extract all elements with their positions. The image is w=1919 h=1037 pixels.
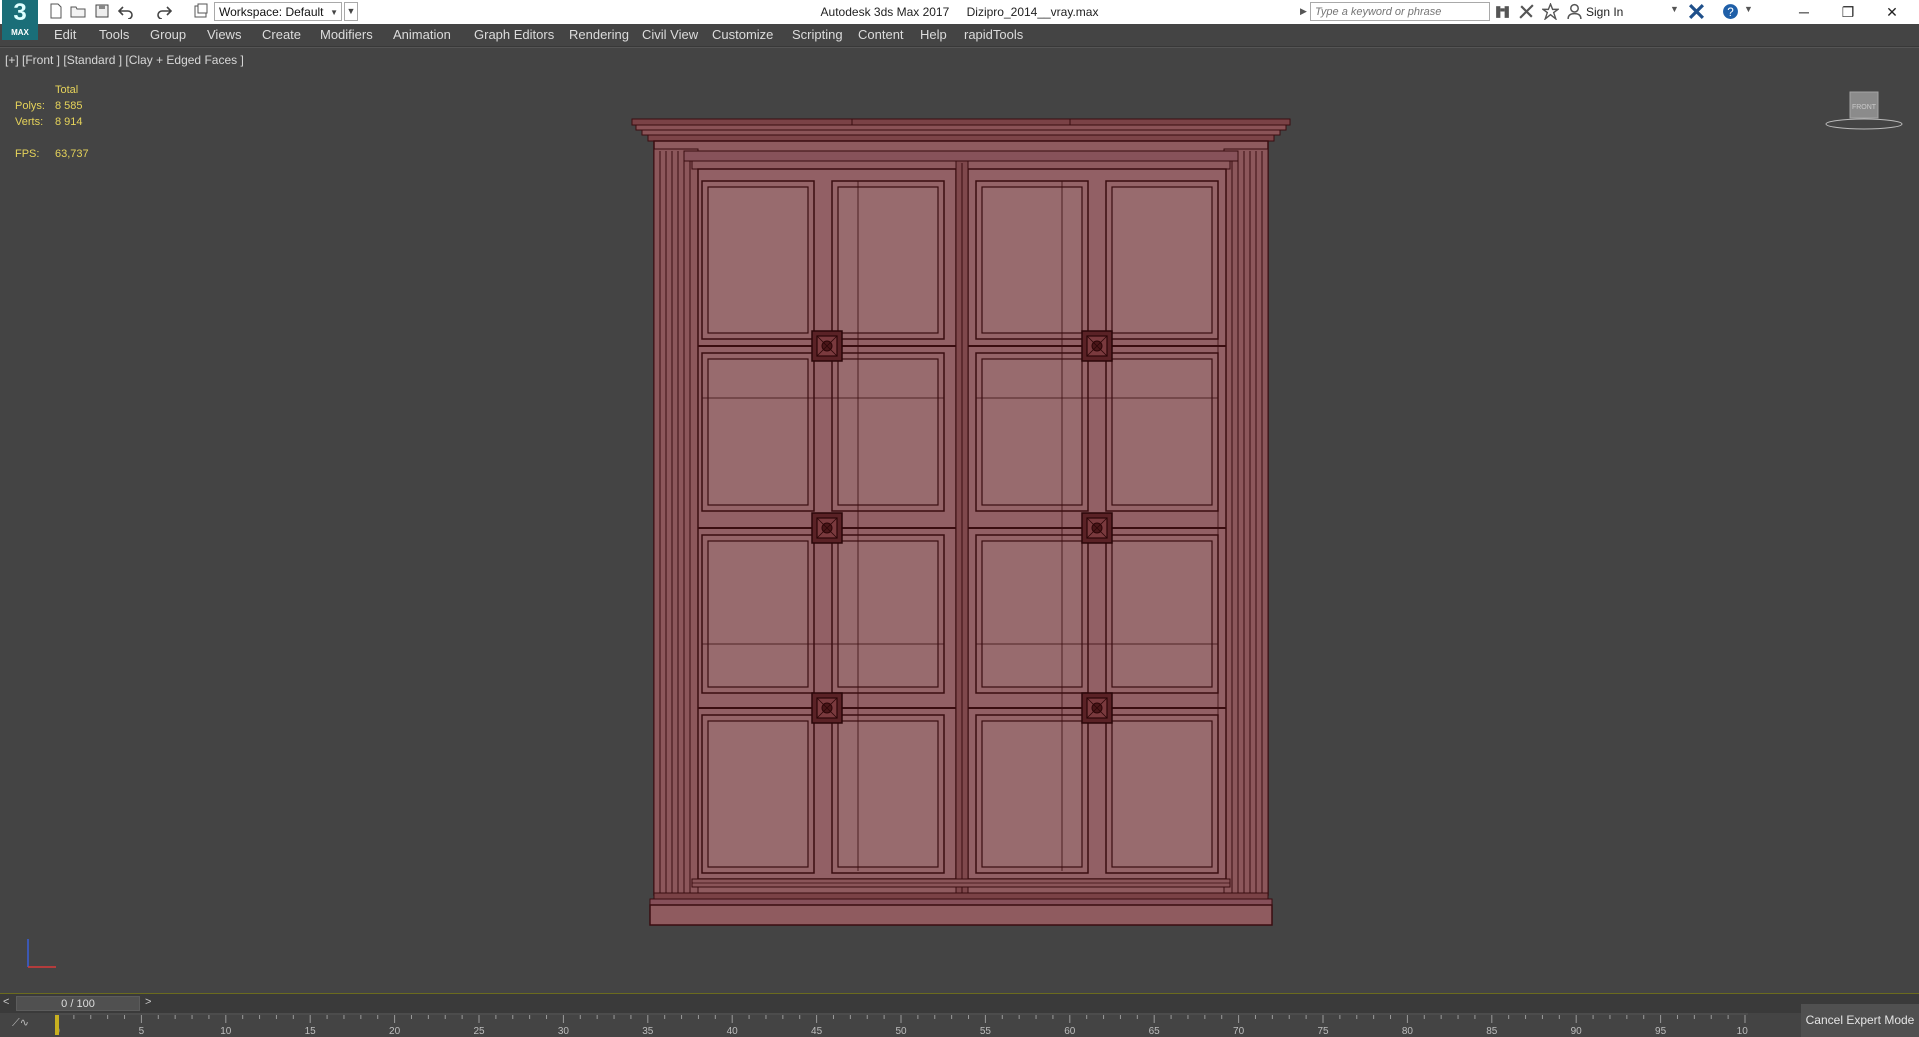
- binoculars-icon[interactable]: [1494, 3, 1512, 21]
- timeline-tick-label: 60: [1064, 1026, 1076, 1037]
- right-pilaster: [1223, 148, 1269, 896]
- menu-views[interactable]: Views: [207, 24, 241, 46]
- open-file-icon[interactable]: [70, 3, 88, 21]
- menu-help[interactable]: Help: [920, 24, 947, 46]
- menu-bar: Edit Tools Group Views Create Modifiers …: [0, 24, 1919, 47]
- track-bar[interactable]: ⟋∿ 0510152025303540455055606570758085909…: [0, 1013, 1919, 1037]
- mini-curve-editor-icon[interactable]: ⟋∿: [12, 1016, 29, 1030]
- timeline-tick-label: 15: [305, 1026, 317, 1037]
- time-slider-handle[interactable]: 0 / 100: [16, 996, 140, 1011]
- timeline-tick-label: 80: [1402, 1026, 1414, 1037]
- timeline-tick-label: 45: [811, 1026, 823, 1037]
- menu-group[interactable]: Group: [150, 24, 186, 46]
- time-slider-bar: < 0 / 100 >: [0, 993, 1919, 1014]
- timeline-tick-label: 90: [1571, 1026, 1583, 1037]
- menu-customize[interactable]: Customize: [712, 24, 773, 46]
- restore-button[interactable]: ❐: [1826, 0, 1870, 24]
- window-title-file: Dizipro_2014__vray.max: [966, 5, 1099, 19]
- app-logo-number: 3: [13, 0, 27, 26]
- menu-create[interactable]: Create: [262, 24, 301, 46]
- customize-quick-access-icon[interactable]: ▼: [344, 2, 358, 21]
- communication-center-icon[interactable]: [1518, 3, 1536, 21]
- menu-edit[interactable]: Edit: [54, 24, 76, 46]
- title-bar: 3 MAX Workspace: Default ▼ ▼ Autodesk 3d…: [0, 0, 1919, 40]
- viewcube-face-label: FRONT: [1852, 104, 1877, 111]
- menu-graph-editors[interactable]: Graph Editors: [474, 24, 554, 46]
- timeline-tick-label: 55: [980, 1026, 992, 1037]
- redo-icon[interactable]: [156, 3, 174, 21]
- close-button[interactable]: ✕: [1870, 0, 1914, 24]
- app-menu-button[interactable]: 3 MAX: [2, 0, 38, 40]
- timeline-tick-label: 5: [139, 1026, 145, 1037]
- wardrobe-model[interactable]: [0, 48, 1919, 993]
- timeline-tick-label: 25: [473, 1026, 485, 1037]
- workspace-dropdown[interactable]: Workspace: Default ▼: [214, 2, 342, 21]
- user-icon: [1566, 3, 1584, 21]
- search-input[interactable]: [1310, 2, 1490, 21]
- timeline-tick-label: 50: [895, 1026, 907, 1037]
- menu-civil-view[interactable]: Civil View: [642, 24, 698, 46]
- help-icon[interactable]: ?: [1722, 3, 1740, 21]
- menu-rapidtools[interactable]: rapidTools: [964, 24, 1023, 46]
- left-pilaster: [653, 148, 699, 896]
- next-frame-button[interactable]: >: [145, 996, 151, 1008]
- autodesk-exchange-icon[interactable]: [1688, 3, 1706, 21]
- menu-modifiers[interactable]: Modifiers: [320, 24, 373, 46]
- timeline-tick-label: 65: [1149, 1026, 1161, 1037]
- timeline-tick-label: 95: [1655, 1026, 1667, 1037]
- timeline-tick-label: 30: [558, 1026, 570, 1037]
- current-frame-marker[interactable]: [55, 1015, 59, 1035]
- help-dropdown-icon[interactable]: ▼: [1744, 4, 1762, 22]
- minimize-button[interactable]: ─: [1782, 0, 1826, 24]
- workspace-label: Workspace: Default: [219, 5, 324, 19]
- search-expand-icon[interactable]: ▶: [1300, 6, 1307, 17]
- timeline-ruler[interactable]: 0510152025303540455055606570758085909510…: [55, 1013, 1748, 1037]
- undo-icon[interactable]: [117, 3, 136, 21]
- sign-in-button[interactable]: Sign In: [1586, 0, 1623, 24]
- timeline-tick-label: 40: [727, 1026, 739, 1037]
- menu-scripting[interactable]: Scripting: [792, 24, 843, 46]
- favorites-star-icon[interactable]: [1540, 2, 1561, 21]
- timeline-tick-label: 10: [220, 1026, 232, 1037]
- previous-frame-button[interactable]: <: [3, 996, 9, 1008]
- chevron-down-icon: ▼: [330, 8, 338, 17]
- sign-in-dropdown-icon[interactable]: ▼: [1670, 4, 1688, 22]
- menu-tools[interactable]: Tools: [99, 24, 129, 46]
- app-logo-text: MAX: [11, 28, 29, 37]
- menu-rendering[interactable]: Rendering: [569, 24, 629, 46]
- timeline-tick-label: 75: [1317, 1026, 1329, 1037]
- timeline-tick-label: 70: [1233, 1026, 1245, 1037]
- timeline-tick-label: 35: [642, 1026, 654, 1037]
- svg-text:?: ?: [1727, 6, 1734, 19]
- cancel-expert-mode-button[interactable]: Cancel Expert Mode: [1801, 1004, 1919, 1037]
- front-viewport[interactable]: [+] [Front ] [Standard ] [Clay + Edged F…: [0, 47, 1919, 993]
- save-icon[interactable]: [94, 3, 112, 21]
- timeline-tick-label: 85: [1486, 1026, 1498, 1037]
- timeline-tick-label: 20: [389, 1026, 401, 1037]
- menu-content[interactable]: Content: [858, 24, 904, 46]
- viewcube[interactable]: FRONT: [1824, 84, 1904, 134]
- window-title-app: Autodesk 3ds Max 2017: [820, 5, 950, 19]
- axis-tripod-icon: [27, 939, 56, 968]
- timeline-tick-label: 100: [1737, 1026, 1748, 1037]
- project-folder-icon[interactable]: [193, 3, 211, 21]
- menu-animation[interactable]: Animation: [393, 24, 451, 46]
- new-file-icon[interactable]: [48, 3, 66, 21]
